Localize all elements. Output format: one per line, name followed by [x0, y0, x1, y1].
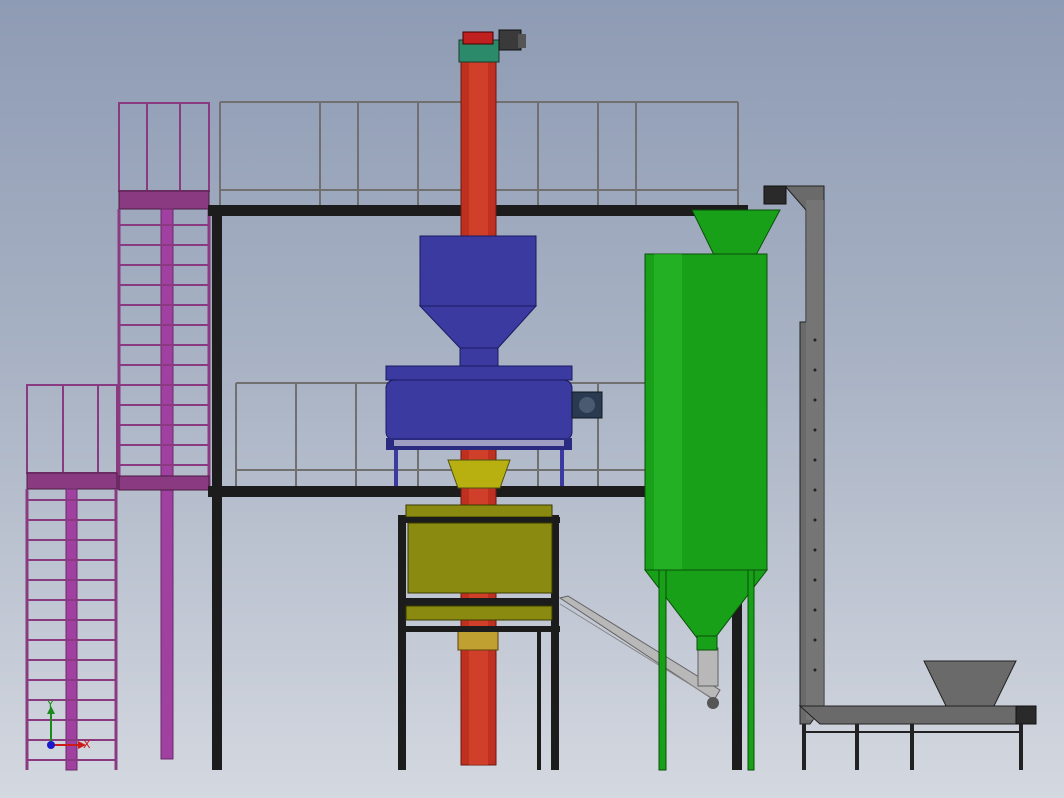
triad-x-label: X — [83, 738, 91, 751]
triad-y-label: Y — [46, 698, 54, 711]
conveyor-bolt — [813, 668, 817, 672]
conveyor-bolt — [813, 638, 817, 642]
conveyor-bolt — [813, 488, 817, 492]
conveyor-bolt — [813, 578, 817, 582]
discharge-chute — [447, 459, 511, 489]
conveyor-bolt — [813, 428, 817, 432]
conveyor-bolt — [813, 368, 817, 372]
mixer-feed-hopper — [418, 235, 538, 367]
feed-hopper-small — [923, 660, 1017, 707]
conveyor-bolt — [813, 458, 817, 462]
low-ladder-platform — [25, 384, 118, 771]
tall-ladder-platform — [117, 102, 211, 760]
conveyor-bolt — [813, 518, 817, 522]
weighing-hopper — [400, 504, 560, 632]
conveyor-bolt — [813, 398, 817, 402]
conveyor-bolt — [813, 608, 817, 612]
cad-viewport[interactable]: Y X — [0, 0, 1064, 798]
conveyor-bolt — [813, 548, 817, 552]
elevator-drive-motor-icon — [498, 29, 526, 51]
mixer-motor-icon — [571, 391, 603, 419]
conveyor-bolt — [813, 338, 817, 342]
